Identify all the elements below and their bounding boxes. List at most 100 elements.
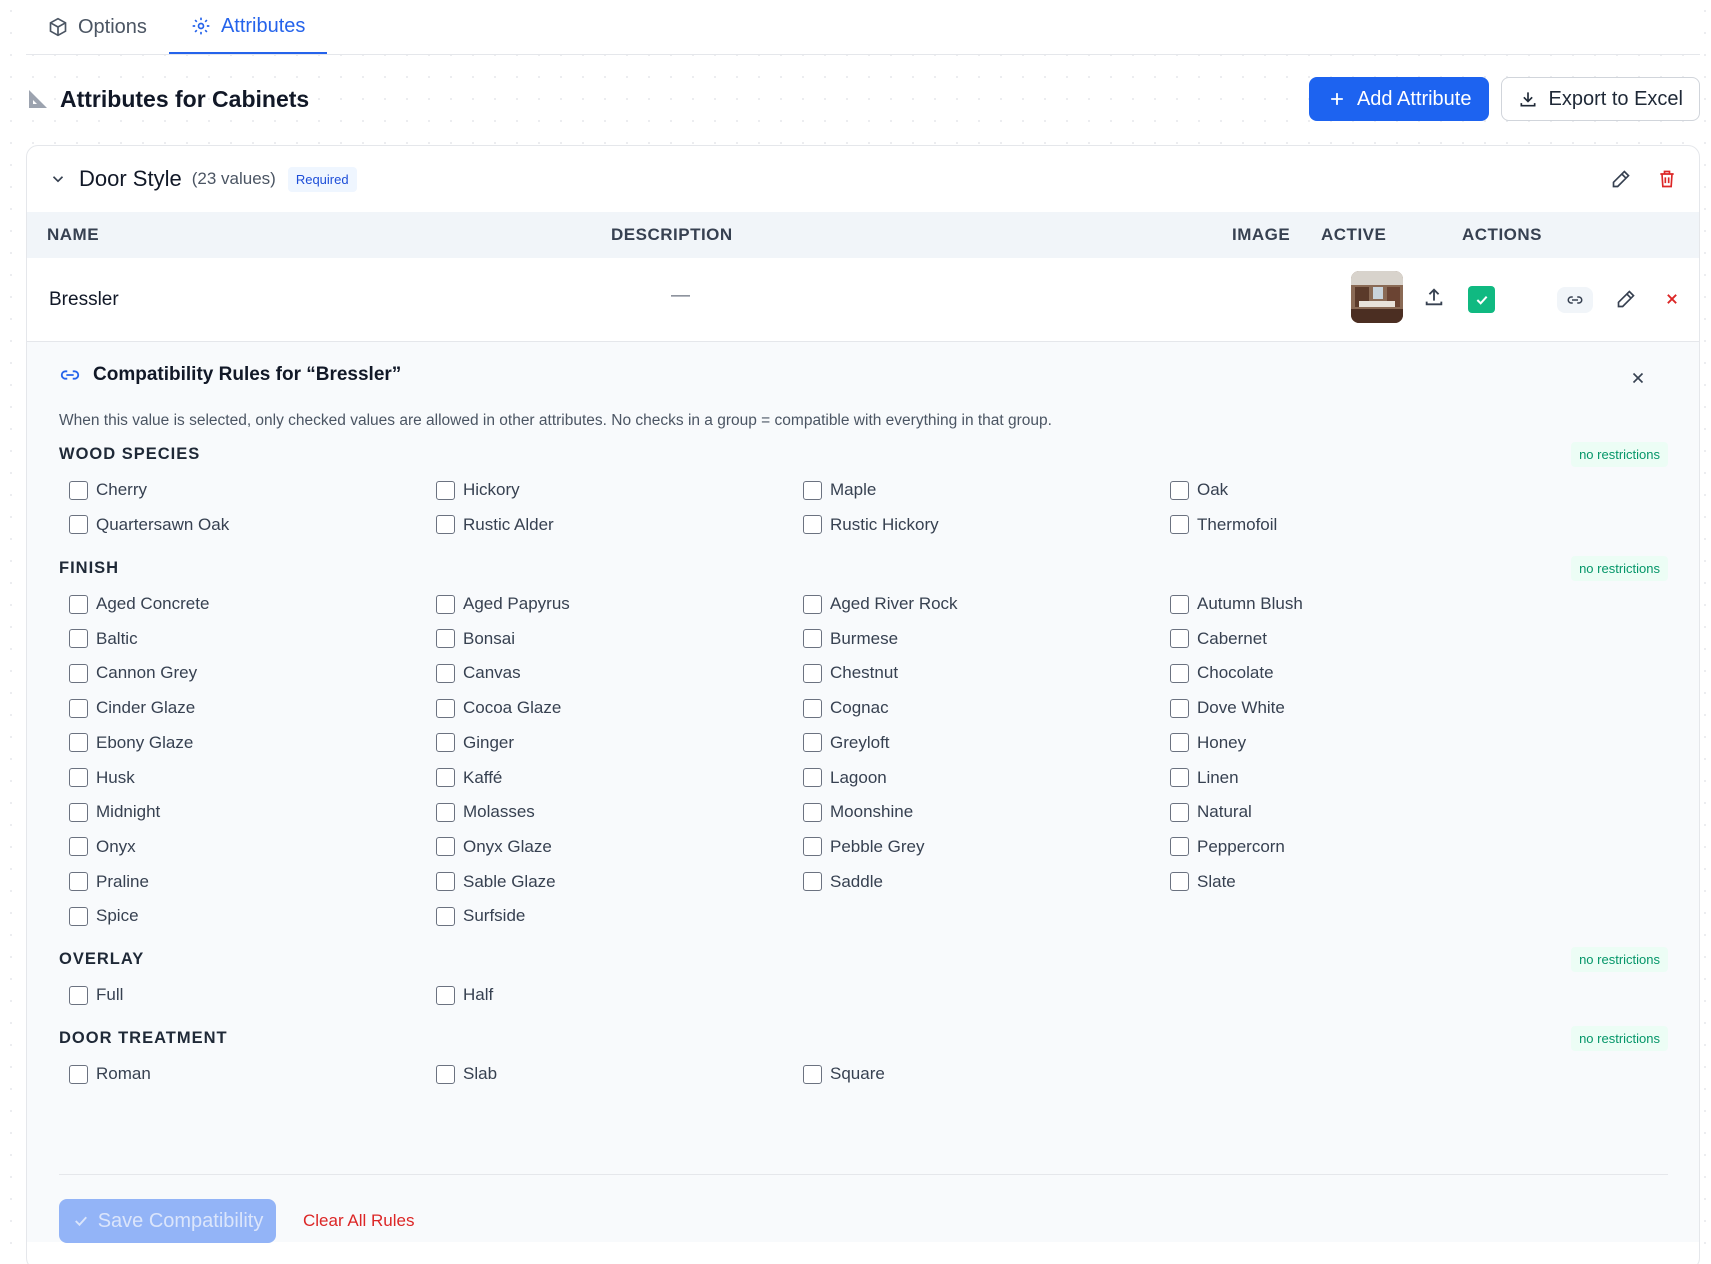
option-checkbox[interactable] — [436, 698, 455, 718]
compat-option[interactable]: Surfside — [436, 906, 525, 926]
option-checkbox[interactable] — [69, 837, 88, 857]
compat-option[interactable]: Linen — [1170, 768, 1239, 788]
option-checkbox[interactable] — [69, 906, 88, 926]
compat-option[interactable]: Onyx — [69, 837, 136, 857]
option-checkbox[interactable] — [803, 629, 822, 649]
attribute-header[interactable]: Door Style (23 values) Required — [27, 146, 1699, 212]
option-checkbox[interactable] — [69, 698, 88, 718]
option-checkbox[interactable] — [69, 515, 88, 535]
compat-option[interactable]: Slab — [436, 1064, 497, 1084]
compat-option[interactable]: Cinder Glaze — [69, 698, 195, 718]
compat-option[interactable]: Full — [69, 985, 123, 1005]
chevron-down-icon[interactable] — [49, 170, 67, 188]
option-checkbox[interactable] — [1170, 768, 1189, 787]
close-icon[interactable] — [1629, 369, 1647, 387]
compat-option[interactable]: Rustic Alder — [436, 515, 554, 535]
compat-option[interactable]: Cherry — [69, 480, 147, 500]
option-checkbox[interactable] — [69, 802, 88, 822]
clear-all-rules-button[interactable]: Clear All Rules — [303, 1211, 415, 1231]
compat-option[interactable]: Rustic Hickory — [803, 515, 939, 535]
compat-option[interactable]: Lagoon — [803, 768, 887, 788]
compat-option[interactable]: Chocolate — [1170, 663, 1274, 683]
option-checkbox[interactable] — [1170, 698, 1189, 718]
value-image-thumbnail[interactable] — [1351, 271, 1403, 323]
option-checkbox[interactable] — [436, 872, 455, 892]
option-checkbox[interactable] — [436, 594, 455, 614]
compat-option[interactable]: Aged Concrete — [69, 594, 209, 614]
option-checkbox[interactable] — [803, 768, 822, 787]
option-checkbox[interactable] — [1170, 802, 1189, 822]
option-checkbox[interactable] — [803, 733, 822, 753]
compat-option[interactable]: Sable Glaze — [436, 872, 556, 892]
compat-option[interactable]: Molasses — [436, 802, 535, 822]
tab-attributes[interactable]: Attributes — [168, 0, 328, 54]
compat-option[interactable]: Cognac — [803, 698, 889, 718]
compat-option[interactable]: Spice — [69, 906, 139, 926]
option-checkbox[interactable] — [69, 480, 88, 500]
option-checkbox[interactable] — [436, 629, 455, 649]
option-checkbox[interactable] — [436, 515, 455, 535]
compat-option[interactable]: Natural — [1170, 802, 1252, 822]
compat-option[interactable]: Roman — [69, 1064, 151, 1084]
option-checkbox[interactable] — [69, 1064, 88, 1084]
option-checkbox[interactable] — [436, 733, 455, 753]
upload-icon[interactable] — [1423, 286, 1445, 308]
option-checkbox[interactable] — [436, 768, 455, 787]
option-checkbox[interactable] — [436, 906, 455, 926]
compat-option[interactable]: Praline — [69, 872, 149, 892]
compat-option[interactable]: Burmese — [803, 629, 898, 649]
option-checkbox[interactable] — [1170, 733, 1189, 753]
option-checkbox[interactable] — [436, 985, 455, 1005]
compat-option[interactable]: Thermofoil — [1170, 515, 1277, 535]
option-checkbox[interactable] — [803, 480, 822, 500]
option-checkbox[interactable] — [803, 663, 822, 683]
compat-option[interactable]: Slate — [1170, 872, 1236, 892]
option-checkbox[interactable] — [69, 985, 88, 1005]
edit-value-icon[interactable] — [1616, 289, 1636, 309]
compat-option[interactable]: Baltic — [69, 629, 138, 649]
option-checkbox[interactable] — [1170, 594, 1189, 614]
compat-option[interactable]: Saddle — [803, 872, 883, 892]
option-checkbox[interactable] — [803, 872, 822, 892]
option-checkbox[interactable] — [436, 480, 455, 500]
option-checkbox[interactable] — [803, 594, 822, 614]
compat-option[interactable]: Ebony Glaze — [69, 733, 193, 753]
option-checkbox[interactable] — [1170, 872, 1189, 892]
option-checkbox[interactable] — [1170, 480, 1189, 500]
compat-option[interactable]: Hickory — [436, 480, 520, 500]
compat-option[interactable]: Square — [803, 1064, 885, 1084]
compat-option[interactable]: Ginger — [436, 733, 514, 753]
option-checkbox[interactable] — [803, 698, 822, 718]
export-excel-button[interactable]: Export to Excel — [1501, 77, 1700, 121]
option-checkbox[interactable] — [69, 663, 88, 683]
compat-option[interactable]: Dove White — [1170, 698, 1285, 718]
compat-option[interactable]: Aged River Rock — [803, 594, 958, 614]
option-checkbox[interactable] — [69, 768, 88, 787]
compat-option[interactable]: Maple — [803, 480, 876, 500]
compat-option[interactable]: Pebble Grey — [803, 837, 925, 857]
option-checkbox[interactable] — [69, 594, 88, 614]
delete-value-icon[interactable] — [1662, 289, 1682, 309]
compat-option[interactable]: Cabernet — [1170, 629, 1267, 649]
compat-option[interactable]: Aged Papyrus — [436, 594, 570, 614]
compat-option[interactable]: Cannon Grey — [69, 663, 197, 683]
compat-option[interactable]: Oak — [1170, 480, 1228, 500]
edit-attribute-icon[interactable] — [1611, 169, 1631, 189]
option-checkbox[interactable] — [436, 663, 455, 683]
option-checkbox[interactable] — [436, 837, 455, 857]
compatibility-link-button[interactable] — [1557, 287, 1593, 313]
option-checkbox[interactable] — [1170, 629, 1189, 649]
save-compatibility-button[interactable]: Save Compatibility — [59, 1199, 276, 1243]
compat-option[interactable]: Bonsai — [436, 629, 515, 649]
option-checkbox[interactable] — [69, 733, 88, 753]
option-checkbox[interactable] — [436, 802, 455, 822]
add-attribute-button[interactable]: Add Attribute — [1308, 77, 1490, 121]
option-checkbox[interactable] — [1170, 837, 1189, 857]
compat-option[interactable]: Autumn Blush — [1170, 594, 1303, 614]
option-checkbox[interactable] — [436, 1064, 455, 1084]
option-checkbox[interactable] — [69, 872, 88, 892]
compat-option[interactable]: Peppercorn — [1170, 837, 1285, 857]
compat-option[interactable]: Chestnut — [803, 663, 898, 683]
option-checkbox[interactable] — [803, 837, 822, 857]
compat-option[interactable]: Moonshine — [803, 802, 913, 822]
